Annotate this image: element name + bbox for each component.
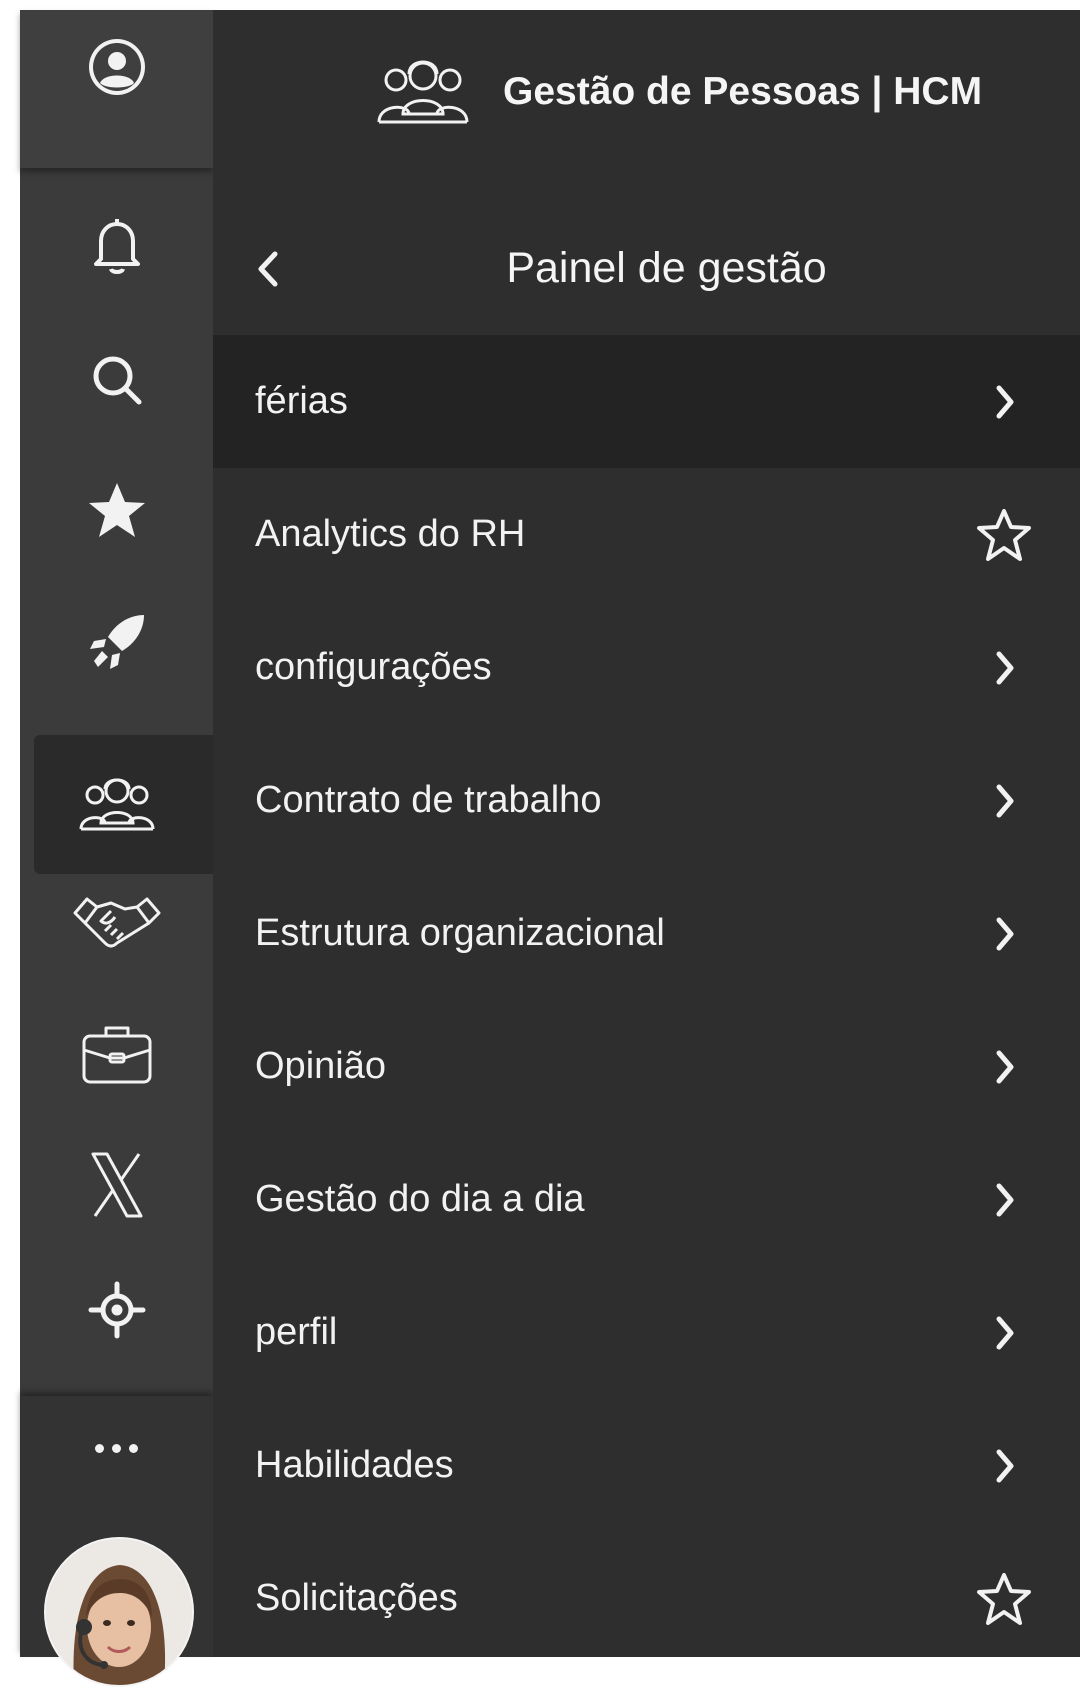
people-group-icon [373,52,473,133]
menu-item-configuracoes[interactable]: configurações [213,601,1080,734]
rocket-icon[interactable] [20,610,213,674]
chevron-right-icon [990,1047,1020,1087]
menu-item-habilidades[interactable]: Habilidades [213,1399,1080,1532]
handshake-icon[interactable] [20,888,213,958]
navigation-panel: Gestão de Pessoas | HCM Painel de gestão… [213,10,1080,1657]
chevron-right-icon [990,648,1020,688]
assistant-avatar[interactable] [44,1537,194,1687]
briefcase-icon[interactable] [20,1016,213,1092]
menu-item-label: Analytics do RH [255,513,526,555]
menu-item-gestao-dia-a-dia[interactable]: Gestão do dia a dia [213,1133,1080,1266]
x-logo-icon[interactable] [20,1150,213,1220]
user-circle-icon[interactable] [20,32,213,102]
chevron-right-icon [990,1180,1020,1220]
star-filled-icon[interactable] [20,478,213,542]
people-group-icon[interactable] [20,768,213,838]
menu-item-ferias[interactable]: férias [213,335,1080,468]
menu-item-label: Contrato de trabalho [255,779,602,821]
more-dots-icon[interactable] [20,1430,213,1466]
menu-item-label: Opinião [255,1045,386,1087]
app-window: Gestão de Pessoas | HCM Painel de gestão… [20,10,1080,1687]
menu-item-label: férias [255,380,348,422]
menu-list: férias Analytics do RH configurações Con… [213,335,1080,1665]
menu-item-analytics-rh[interactable]: Analytics do RH [213,468,1080,601]
panel-subheader: Painel de gestão [213,204,1080,334]
section-title: Painel de gestão [506,244,827,292]
menu-item-estrutura-organizacional[interactable]: Estrutura organizacional [213,867,1080,1000]
menu-item-label: configurações [255,646,492,688]
menu-item-perfil[interactable]: perfil [213,1266,1080,1399]
chevron-right-icon [990,914,1020,954]
star-outline-icon[interactable] [976,508,1032,562]
menu-item-opiniao[interactable]: Opinião [213,1000,1080,1133]
menu-item-label: Habilidades [255,1444,454,1486]
chevron-right-icon [990,1446,1020,1486]
menu-item-label: perfil [255,1311,338,1353]
menu-item-solicitacoes[interactable]: Solicitações [213,1532,1080,1665]
menu-item-contrato-trabalho[interactable]: Contrato de trabalho [213,734,1080,867]
panel-header: Gestão de Pessoas | HCM [213,10,1080,168]
chevron-right-icon [990,781,1020,821]
menu-item-label: Estrutura organizacional [255,912,665,954]
star-outline-icon[interactable] [976,1572,1032,1626]
left-rail [20,10,213,1687]
crosshair-icon[interactable] [20,1275,213,1345]
search-icon[interactable] [20,350,213,410]
chevron-right-icon [990,1313,1020,1353]
menu-item-label: Solicitações [255,1577,458,1619]
chevron-right-icon [990,382,1020,422]
menu-item-label: Gestão do dia a dia [255,1178,585,1220]
app-title: Gestão de Pessoas | HCM [503,70,983,113]
bell-icon[interactable] [20,210,213,280]
